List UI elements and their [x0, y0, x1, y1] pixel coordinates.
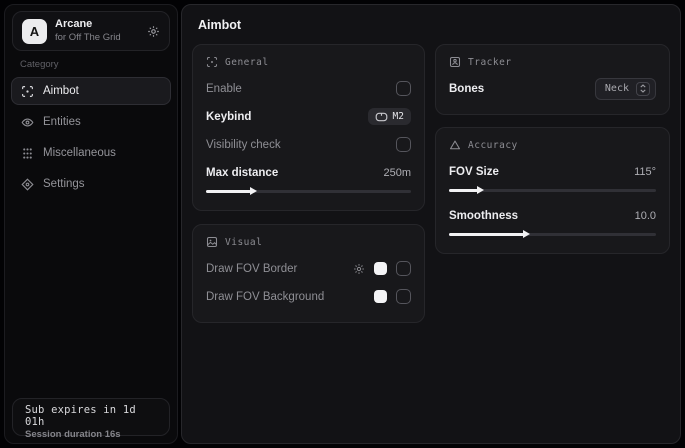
smoothness-value: 10.0 [635, 210, 656, 222]
bones-select-button[interactable]: Neck [595, 78, 656, 100]
app-name: Arcane [55, 18, 139, 32]
keybind-row: Keybind M2 [206, 108, 411, 125]
general-card-header: General [206, 56, 411, 68]
max-distance-label: Max distance [206, 167, 278, 179]
general-card: General Enable Keybind [192, 44, 425, 211]
fov-size-slider-fill [449, 189, 478, 192]
sidebar-item-label: Entities [43, 116, 81, 128]
smoothness-slider[interactable] [449, 233, 656, 236]
crosshair-icon [21, 85, 34, 98]
brand-text: Arcane for Off The Grid [55, 18, 139, 44]
fov-background-row: Draw FOV Background [206, 288, 411, 305]
mouse-icon [375, 112, 388, 122]
keybind-button[interactable]: M2 [368, 108, 411, 125]
smoothness-row: Smoothness 10.0 [449, 207, 656, 224]
bones-row: Bones Neck [449, 80, 656, 97]
max-distance-slider-fill [206, 190, 251, 193]
fov-size-value: 115° [634, 166, 656, 178]
max-distance-slider[interactable] [206, 190, 411, 193]
general-card-title: General [225, 57, 269, 68]
fov-size-slider[interactable] [449, 189, 656, 192]
sidebar-item-aimbot[interactable]: Aimbot [11, 77, 171, 105]
sidebar-item-label: Settings [43, 178, 85, 190]
smoothness-slider-thumb[interactable] [523, 230, 530, 238]
bones-label: Bones [449, 83, 484, 95]
fov-border-label: Draw FOV Border [206, 263, 297, 275]
viewfinder-icon [206, 56, 218, 68]
fov-border-controls [353, 261, 411, 276]
gear-icon[interactable] [147, 25, 160, 38]
max-distance-slider-thumb[interactable] [250, 187, 257, 195]
main-panel: Aimbot General Enable [181, 4, 681, 444]
smoothness-slider-fill [449, 233, 524, 236]
sidebar-item-label: Miscellaneous [43, 147, 116, 159]
keybind-value: M2 [393, 111, 404, 122]
visual-card-header: Visual [206, 236, 411, 248]
sidebar-item-miscellaneous[interactable]: Miscellaneous [11, 139, 171, 167]
fov-background-controls [374, 289, 411, 304]
max-distance-value: 250m [383, 167, 411, 179]
app-subtitle: for Off The Grid [55, 32, 139, 44]
sidebar-item-label: Aimbot [43, 85, 79, 97]
tracker-card-title: Tracker [468, 57, 512, 68]
sidebar: A Arcane for Off The Grid Category Aimbo… [4, 4, 178, 444]
left-column: General Enable Keybind [192, 44, 425, 323]
accuracy-card-header: Accuracy [449, 139, 656, 151]
brand-card: A Arcane for Off The Grid [12, 11, 170, 51]
tracker-card-header: Tracker [449, 56, 656, 68]
visual-card: Visual Draw FOV Border [192, 224, 425, 323]
fov-background-color-swatch[interactable] [374, 290, 387, 303]
visibility-check-label: Visibility check [206, 139, 281, 151]
page-title: Aimbot [182, 5, 680, 32]
right-column: Tracker Bones Neck [435, 44, 670, 254]
enable-row: Enable [206, 80, 411, 97]
visual-card-title: Visual [225, 237, 262, 248]
smoothness-label: Smoothness [449, 210, 518, 222]
enable-checkbox[interactable] [396, 81, 411, 96]
image-icon [206, 236, 218, 248]
tracker-card: Tracker Bones Neck [435, 44, 670, 115]
accuracy-card: Accuracy FOV Size 115° Smoothness 10.0 [435, 127, 670, 254]
sidebar-item-settings[interactable]: Settings [11, 170, 171, 198]
fov-size-label: FOV Size [449, 166, 499, 178]
bones-value: Neck [605, 83, 629, 94]
sub-expiry-text: Sub expires in 1d 01h [25, 404, 157, 428]
keybind-label: Keybind [206, 111, 251, 123]
sidebar-nav: Aimbot Entities Miscellaneous [5, 77, 177, 198]
fov-background-checkbox[interactable] [396, 289, 411, 304]
accuracy-card-title: Accuracy [468, 140, 518, 151]
fov-background-label: Draw FOV Background [206, 291, 324, 303]
fov-border-row: Draw FOV Border [206, 260, 411, 277]
session-duration-text: Session duration 16s [25, 429, 157, 440]
max-distance-row: Max distance 250m [206, 164, 411, 181]
person-scan-icon [449, 56, 461, 68]
content-columns: General Enable Keybind [182, 32, 680, 323]
app-logo: A [22, 19, 47, 44]
category-label: Category [5, 59, 177, 70]
fov-border-color-swatch[interactable] [374, 262, 387, 275]
triangle-icon [449, 139, 461, 151]
grid-icon [21, 147, 34, 160]
fov-border-checkbox[interactable] [396, 261, 411, 276]
visibility-check-row: Visibility check [206, 136, 411, 153]
unfold-icon [636, 82, 650, 96]
fov-size-slider-thumb[interactable] [477, 186, 484, 194]
settings-icon [21, 178, 34, 191]
sidebar-item-entities[interactable]: Entities [11, 108, 171, 136]
eye-icon [21, 116, 34, 129]
visibility-check-checkbox[interactable] [396, 137, 411, 152]
gear-icon[interactable] [353, 263, 365, 275]
fov-size-row: FOV Size 115° [449, 163, 656, 180]
enable-label: Enable [206, 83, 242, 95]
subscription-card: Sub expires in 1d 01h Session duration 1… [12, 398, 170, 436]
